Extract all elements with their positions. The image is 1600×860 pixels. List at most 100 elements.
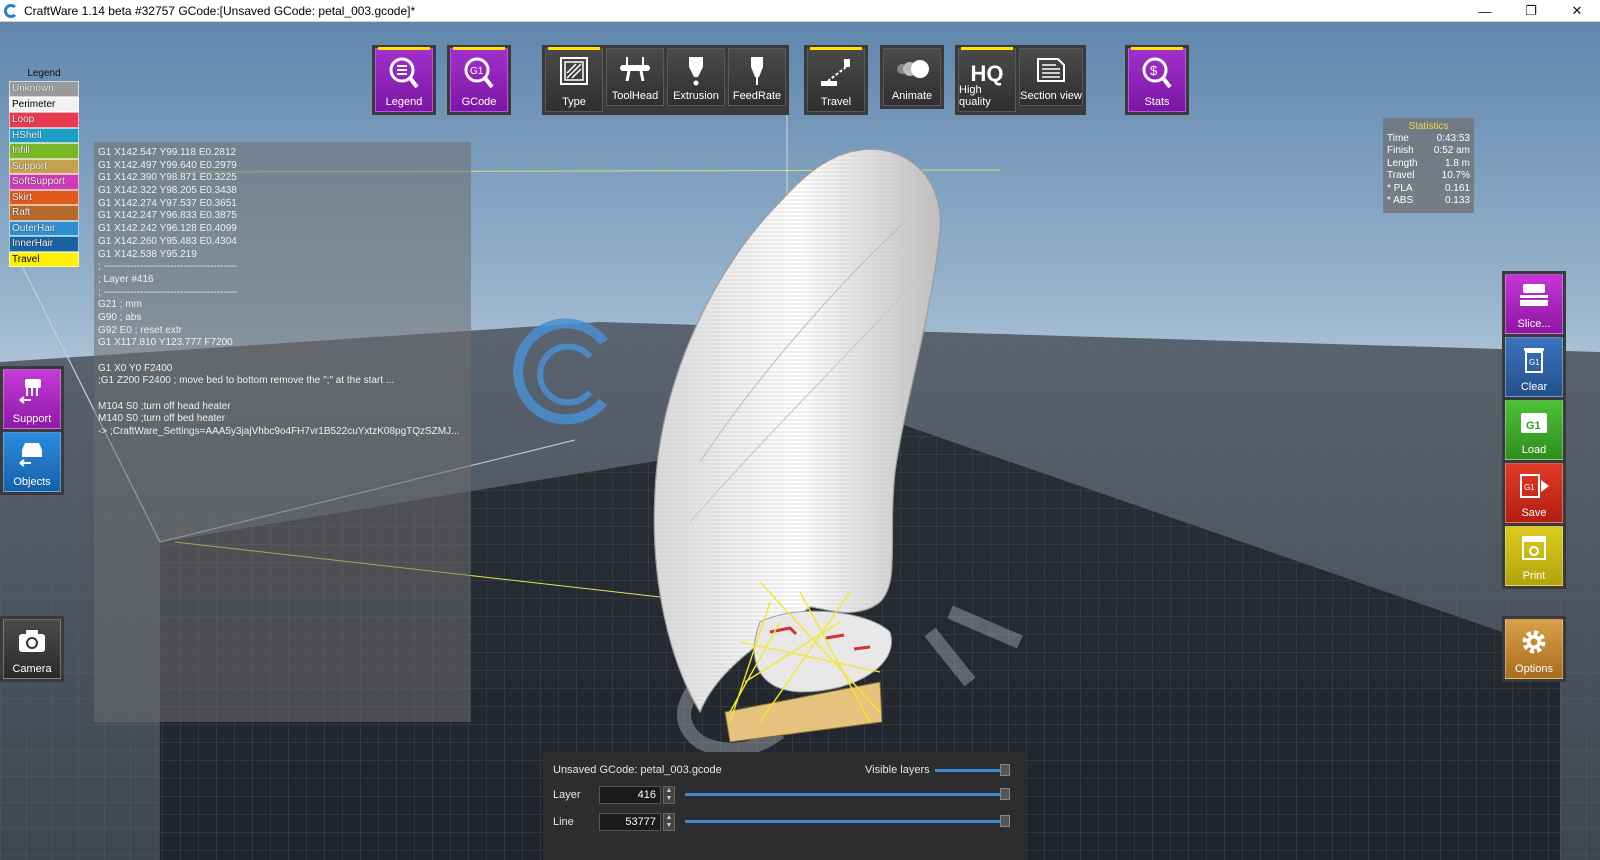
visible-layers-slider[interactable] xyxy=(935,769,1005,772)
statistics-rows: Time 0:43:53 Finish 0:52 am Length 1.8 m Trave… xyxy=(1387,133,1470,207)
maximize-button[interactable]: ❐ xyxy=(1508,0,1554,22)
gcode-toolbar-button[interactable]: G1 GCode xyxy=(450,47,508,112)
gcode-panel[interactable]: G1 X142.547 Y99.118 E0.2812 G1 X142.497 Y… xyxy=(94,142,471,722)
toolbar-stats-group: $ Stats xyxy=(1125,45,1189,115)
layer-spinner[interactable]: ▲ ▼ xyxy=(663,786,675,804)
animate-toolbar-button[interactable]: Animate xyxy=(883,48,941,106)
travel-toolbar-button[interactable]: Travel xyxy=(807,47,865,112)
layer-input[interactable]: 416 xyxy=(599,786,661,804)
extrusion-button-label: Extrusion xyxy=(673,90,719,102)
craftware-logo-icon xyxy=(4,3,18,18)
print-button[interactable]: Print xyxy=(1505,526,1563,586)
legend-item-raft: Raft xyxy=(9,205,79,221)
statistics-label: Travel xyxy=(1387,170,1415,182)
statistics-row: Travel 10.7% xyxy=(1387,170,1470,182)
statistics-label: Length xyxy=(1387,157,1418,169)
statistics-row: Time 0:43:53 xyxy=(1387,133,1470,145)
legend-panel: Legend Unknown Perimeter Loop HShell Infill S… xyxy=(9,68,79,267)
statistics-row: Finish 0:52 am xyxy=(1387,145,1470,157)
gcode-line: G1 X117.810 Y123.777 F7200 xyxy=(98,337,233,349)
legend-item-outerhair: OuterHair xyxy=(9,220,79,236)
legend-title: Legend xyxy=(27,68,61,79)
statistics-row: Length 1.8 m xyxy=(1387,158,1470,170)
line-slider-handle[interactable] xyxy=(1000,815,1010,827)
statistics-label: Finish xyxy=(1387,145,1414,157)
window-controls: — ❐ ✕ xyxy=(1462,0,1600,22)
options-button[interactable]: Options xyxy=(1505,619,1563,679)
statistics-row: * ABS 0.133 xyxy=(1387,195,1470,207)
layer-slider-handle[interactable] xyxy=(1000,788,1010,800)
load-g1-badge: G1 xyxy=(1526,420,1541,432)
layer-panel: Unsaved GCode: petal_003.gcode Visible l… xyxy=(543,752,1025,860)
extrusion-icon xyxy=(681,55,711,90)
line-slider[interactable] xyxy=(685,820,1005,823)
3d-viewport[interactable]: Legend Unknown Perimeter Loop HShell Infill S… xyxy=(0,22,1600,860)
save-button[interactable]: G1 Save xyxy=(1505,463,1563,523)
gcode-icon-badge: G1 xyxy=(470,66,484,77)
slice-label: Slice... xyxy=(1517,318,1551,330)
support-button[interactable]: Support xyxy=(3,369,61,429)
gcode-line: M104 S0 ;turn off head heater xyxy=(98,400,231,412)
gcode-line: G90 ; abs xyxy=(98,311,142,323)
clear-button[interactable]: G1 Clear xyxy=(1505,337,1563,397)
statistics-label: Time xyxy=(1387,133,1409,144)
gcode-line: G1 X142.322 Y98.205 E0.3438 xyxy=(98,185,237,197)
statistics-value: 0:43:53 xyxy=(1436,133,1470,144)
camera-toolbar: Camera xyxy=(0,616,64,682)
slice-button[interactable]: Slice... xyxy=(1505,274,1563,334)
line-label: Line xyxy=(553,816,574,828)
save-label: Save xyxy=(1521,507,1547,519)
layer-slider[interactable] xyxy=(685,793,1005,796)
animate-button-label: Animate xyxy=(891,90,933,102)
gear-icon xyxy=(1518,626,1550,661)
support-icon xyxy=(17,376,47,409)
legend-item-travel: Travel xyxy=(9,251,79,267)
type-button-label: Type xyxy=(562,96,586,108)
extrusion-toolbar-button[interactable]: Extrusion xyxy=(667,48,725,106)
toolhead-button-label: ToolHead xyxy=(611,90,659,102)
legend-item-skirt: Skirt xyxy=(9,189,79,205)
options-toolbar: Options xyxy=(1502,616,1566,682)
legend-item-softsupport: SoftSupport xyxy=(9,174,79,190)
legend-item-infill: Infill xyxy=(9,143,79,159)
statistics-panel: Statistics Time 0:43:53 Finish 0:52 am Lengt… xyxy=(1383,118,1474,213)
gcode-line: G1 X142.260 Y95.483 E0.4304 xyxy=(98,235,237,247)
minimize-button[interactable]: — xyxy=(1462,0,1508,22)
visible-layers-handle[interactable] xyxy=(1000,764,1010,776)
gcode-line: G1 X142.538 Y95.219 xyxy=(98,248,197,260)
feedrate-toolbar-button[interactable]: FeedRate xyxy=(728,48,786,106)
high-quality-toolbar-button[interactable]: HQ High quality xyxy=(958,47,1016,112)
gcode-icon: G1 xyxy=(461,55,497,98)
toolhead-toolbar-button[interactable]: ToolHead xyxy=(606,48,664,106)
camera-icon xyxy=(16,626,48,659)
close-button[interactable]: ✕ xyxy=(1554,0,1600,22)
print-icon xyxy=(1518,533,1550,566)
feedrate-icon xyxy=(742,55,772,90)
high-quality-button-label: High quality xyxy=(959,84,991,108)
load-button[interactable]: G1 Load xyxy=(1505,400,1563,460)
section-view-toolbar-button[interactable]: Section view xyxy=(1019,48,1083,106)
line-input[interactable]: 53777 xyxy=(599,813,661,831)
legend-icon xyxy=(386,55,422,98)
statistics-value: 0.161 xyxy=(1444,182,1470,194)
right-toolbar: Slice... G1 Clear G1 Load G1 Save Print xyxy=(1502,271,1566,589)
objects-button[interactable]: Objects xyxy=(3,432,61,492)
gcode-line: G21 ; mm xyxy=(98,299,142,311)
legend-toolbar-button[interactable]: Legend xyxy=(375,47,433,112)
clear-label: Clear xyxy=(1520,381,1548,393)
line-spinner[interactable]: ▲ ▼ xyxy=(663,813,675,831)
legend-item-innerhair: InnerHair xyxy=(9,236,79,252)
statistics-title: Statistics xyxy=(1408,121,1449,132)
type-toolbar-button[interactable]: Type xyxy=(545,47,603,112)
gcode-line: G1 X142.247 Y96.833 E0.3875 xyxy=(98,210,237,222)
print-label: Print xyxy=(1522,570,1546,582)
legend-items: Unknown Perimeter Loop HShell Infill Support S… xyxy=(9,81,79,267)
stats-toolbar-button[interactable]: $ Stats xyxy=(1128,47,1186,112)
legend-item-perimeter: Perimeter xyxy=(9,96,79,112)
support-label: Support xyxy=(12,413,52,425)
camera-button[interactable]: Camera xyxy=(3,619,61,679)
toolbar-travel-group: Travel xyxy=(804,45,868,115)
layer-label: Layer xyxy=(553,789,581,801)
gcode-line: ;G1 Z200 F2400 ; move bed to bottom remo… xyxy=(98,375,395,387)
legend-item-support: Support xyxy=(9,158,79,174)
